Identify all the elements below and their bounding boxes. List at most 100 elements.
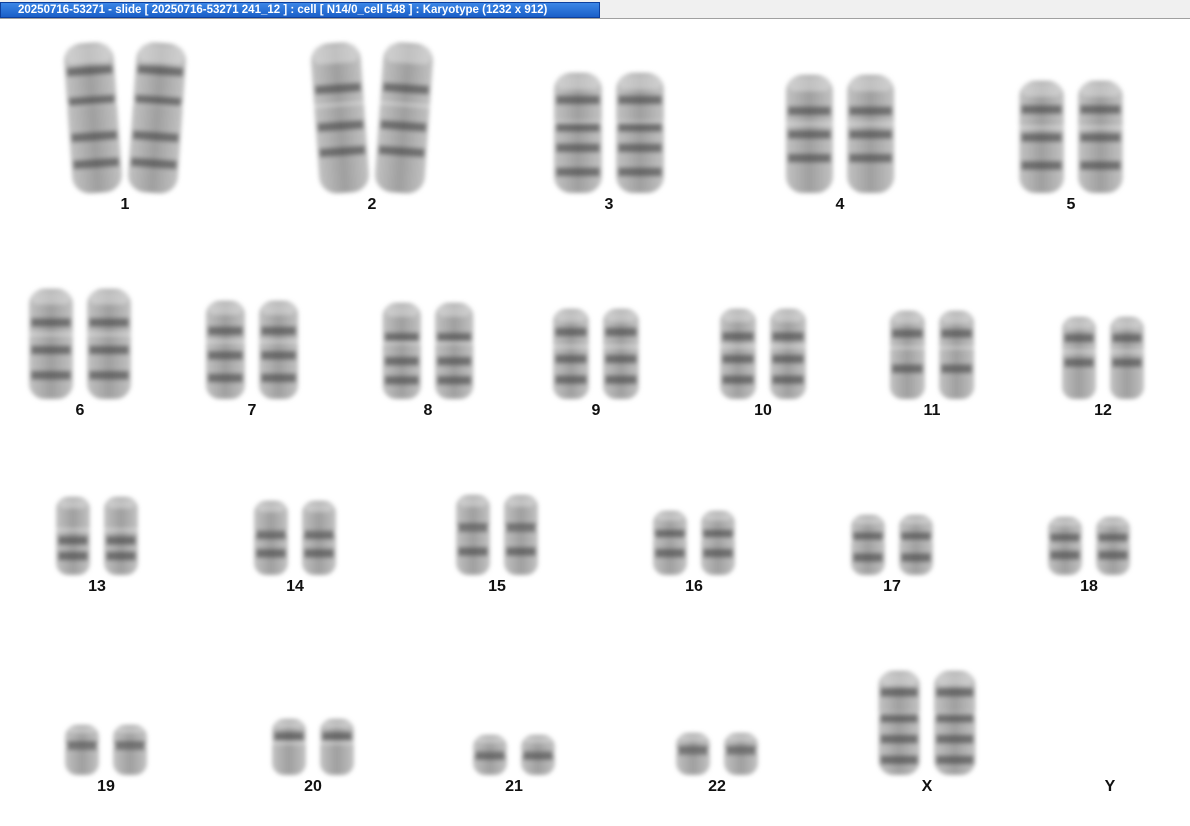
chromosome-13-band-2 <box>106 551 136 561</box>
chromosome-10-a[interactable] <box>719 309 757 399</box>
chromosome-3-b[interactable] <box>615 73 665 193</box>
chromosome-4-b[interactable] <box>846 75 896 193</box>
chromosome-20-b[interactable] <box>319 719 355 775</box>
chromosome-x-band-4 <box>936 755 974 765</box>
chromosome-19-b[interactable] <box>112 725 148 775</box>
chromosome-16-band-2 <box>655 548 685 558</box>
chromosome-14-band-2 <box>256 548 286 558</box>
chromosome-17-band-1 <box>901 532 931 541</box>
chromosome-17-b[interactable] <box>898 515 934 575</box>
chromosome-pair-10[interactable] <box>719 309 807 399</box>
chromosome-22-a[interactable] <box>675 733 711 775</box>
chromosome-9-band-1 <box>555 327 587 337</box>
chromosome-pair-x[interactable] <box>877 671 977 775</box>
chromosome-1-b[interactable] <box>126 41 188 194</box>
chromosome-3-band-3 <box>556 143 600 153</box>
chromosome-pair-8[interactable] <box>381 303 475 399</box>
chromosome-pair-16[interactable] <box>652 511 736 575</box>
chromosome-label-12: 12 <box>1094 402 1112 419</box>
chromosome-6-band-2 <box>89 345 129 355</box>
chromosome-pair-14[interactable] <box>253 501 337 575</box>
chromosome-13-b[interactable] <box>103 497 139 575</box>
chromosome-pair-17[interactable] <box>850 515 934 575</box>
chromosome-18-b[interactable] <box>1095 517 1131 575</box>
chromosome-pair-11[interactable] <box>888 311 976 399</box>
chromosome-pair-9[interactable] <box>552 309 640 399</box>
chromosome-label-6: 6 <box>75 402 85 419</box>
chromosome-12-b[interactable] <box>1109 317 1145 399</box>
chromosome-12-a[interactable] <box>1061 317 1097 399</box>
chromosome-2-a[interactable] <box>309 41 371 194</box>
chromosome-pair-15[interactable] <box>455 495 539 575</box>
chromosome-x-band-3 <box>936 734 974 744</box>
chromosome-7-a[interactable] <box>204 301 246 399</box>
chromosome-5-a[interactable] <box>1018 81 1065 193</box>
chromosome-5-b[interactable] <box>1077 81 1124 193</box>
chromosome-16-b[interactable] <box>700 511 736 575</box>
chromosome-pair-20[interactable] <box>271 719 355 775</box>
chromosome-11-a[interactable] <box>888 311 926 399</box>
chromosome-x-band-2 <box>880 713 918 723</box>
chromosome-2-b[interactable] <box>373 41 435 194</box>
chromosome-6-band-2 <box>31 345 71 355</box>
chromosome-7-band-2 <box>207 350 243 360</box>
chromosome-pair-7[interactable] <box>204 301 300 399</box>
chromosome-19-a[interactable] <box>64 725 100 775</box>
chromosome-x-b[interactable] <box>933 671 977 775</box>
chromosome-pair-4[interactable] <box>784 75 896 193</box>
chromosome-18-band-2 <box>1098 550 1128 560</box>
chromosome-label-1: 1 <box>120 196 130 213</box>
chromosome-label-14: 14 <box>286 578 304 595</box>
chromosome-pair-5[interactable] <box>1018 81 1124 193</box>
chromosome-12-band-2 <box>1064 358 1094 368</box>
chromosome-label-x: X <box>921 778 933 795</box>
chromosome-14-b[interactable] <box>301 501 337 575</box>
chromosome-15-a[interactable] <box>455 495 491 575</box>
chromosome-pair-21[interactable] <box>472 735 556 775</box>
chromosome-13-a[interactable] <box>55 497 91 575</box>
chromosome-label-18: 18 <box>1080 578 1098 595</box>
chromosome-16-a[interactable] <box>652 511 688 575</box>
chromosome-21-a[interactable] <box>472 735 508 775</box>
window-title[interactable]: 20250716-53271 - slide [ 20250716-53271 … <box>0 2 600 18</box>
chromosome-8-band-1 <box>437 332 472 342</box>
chromosome-3-a[interactable] <box>553 73 603 193</box>
chromosome-pair-1[interactable] <box>62 41 188 194</box>
chromosome-9-b[interactable] <box>602 309 640 399</box>
chromosome-10-band-3 <box>772 375 804 385</box>
chromosome-6-b[interactable] <box>86 289 132 399</box>
chromosome-3-band-2 <box>556 123 600 132</box>
chromosome-5-band-3 <box>1021 161 1062 170</box>
chromosome-pair-18[interactable] <box>1047 517 1131 575</box>
chromosome-20-band-1 <box>322 731 352 741</box>
chromosome-15-b[interactable] <box>503 495 539 575</box>
chromosome-7-band-3 <box>261 373 297 383</box>
chromosome-14-a[interactable] <box>253 501 289 575</box>
chromosome-8-a[interactable] <box>381 303 422 399</box>
chromosome-22-b[interactable] <box>723 733 759 775</box>
chromosome-8-band-2 <box>384 356 419 366</box>
chromosome-6-a[interactable] <box>28 289 74 399</box>
chromosome-11-b[interactable] <box>938 311 976 399</box>
chromosome-10-b[interactable] <box>769 309 807 399</box>
chromosome-18-a[interactable] <box>1047 517 1083 575</box>
chromosome-20-a[interactable] <box>271 719 307 775</box>
chromosome-pair-2[interactable] <box>309 41 435 194</box>
chromosome-7-b[interactable] <box>258 301 300 399</box>
chromosome-pair-22[interactable] <box>675 733 759 775</box>
chromosome-17-a[interactable] <box>850 515 886 575</box>
chromosome-4-band-1 <box>787 106 831 116</box>
chromosome-9-band-1 <box>605 327 637 337</box>
chromosome-pair-6[interactable] <box>28 289 132 399</box>
chromosome-pair-3[interactable] <box>553 73 665 193</box>
chromosome-21-b[interactable] <box>520 735 556 775</box>
chromosome-x-a[interactable] <box>877 671 921 775</box>
chromosome-8-b[interactable] <box>434 303 475 399</box>
chromosome-9-a[interactable] <box>552 309 590 399</box>
chromosome-pair-19[interactable] <box>64 725 148 775</box>
chromosome-pair-12[interactable] <box>1061 317 1145 399</box>
chromosome-10-band-1 <box>772 332 804 341</box>
chromosome-4-a[interactable] <box>784 75 834 193</box>
chromosome-pair-13[interactable] <box>55 497 139 575</box>
chromosome-1-a[interactable] <box>62 41 124 194</box>
